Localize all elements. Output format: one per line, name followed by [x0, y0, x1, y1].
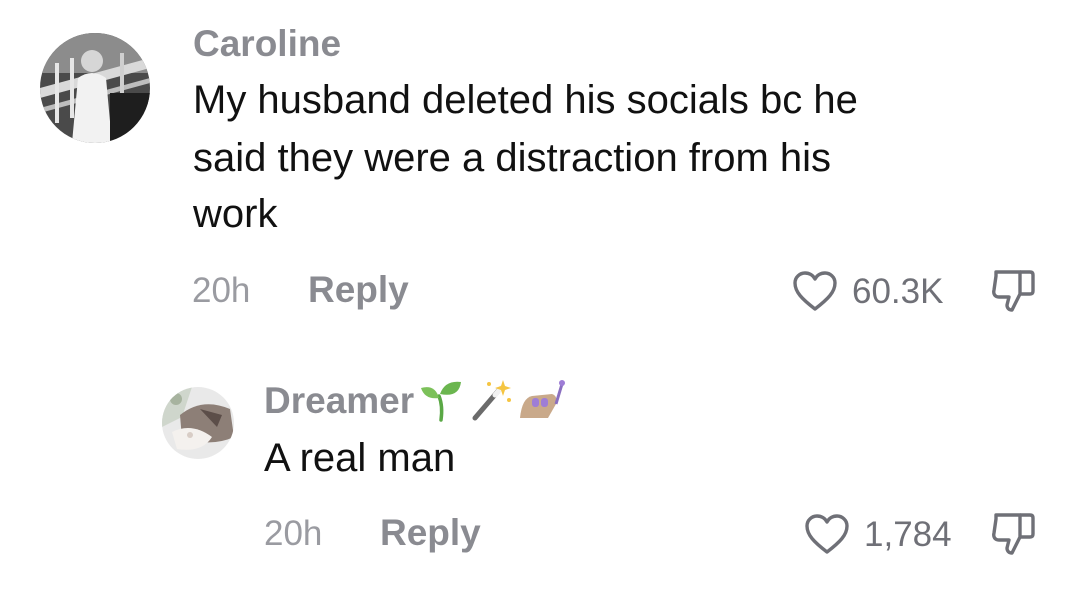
seedling-emoji-icon — [420, 381, 461, 422]
user-photo-avatar-icon — [40, 33, 150, 143]
magic-wand-emoji-icon — [472, 380, 512, 421]
comment-text-line: said they were a distraction from his — [193, 136, 832, 180]
heart-outline-icon — [805, 514, 849, 554]
like-count: 60.3K — [852, 271, 944, 311]
avatar[interactable] — [162, 387, 234, 459]
comment-item: Dreamer A real man 20h Reply 1,784 — [0, 340, 1080, 598]
comment-username-row: Dreamer — [264, 378, 566, 422]
nail-polish-emoji-icon — [519, 380, 565, 418]
like-button[interactable]: 60.3K — [792, 268, 943, 314]
comment-timestamp: 20h — [264, 514, 323, 553]
thumbs-down-icon[interactable] — [990, 268, 1036, 316]
cat-photo-avatar-icon — [162, 387, 234, 459]
like-count: 1,784 — [864, 514, 952, 554]
comment-text-line: My husband deleted his socials bc he — [193, 78, 858, 122]
reply-button[interactable]: Reply — [380, 514, 481, 551]
comment-item: Caroline My husband deleted his socials … — [0, 0, 1080, 340]
thumbs-down-icon[interactable] — [990, 511, 1036, 559]
heart-outline-icon — [793, 271, 837, 311]
comment-text-line: work — [193, 192, 278, 236]
comment-timestamp: 20h — [192, 271, 251, 310]
like-button[interactable]: 1,784 — [804, 511, 952, 557]
comment-text: A real man — [264, 436, 456, 480]
comment-username[interactable]: Caroline — [193, 25, 341, 62]
reply-button[interactable]: Reply — [308, 271, 409, 308]
avatar[interactable] — [40, 33, 150, 143]
comment-username[interactable]: Dreamer — [264, 382, 414, 419]
